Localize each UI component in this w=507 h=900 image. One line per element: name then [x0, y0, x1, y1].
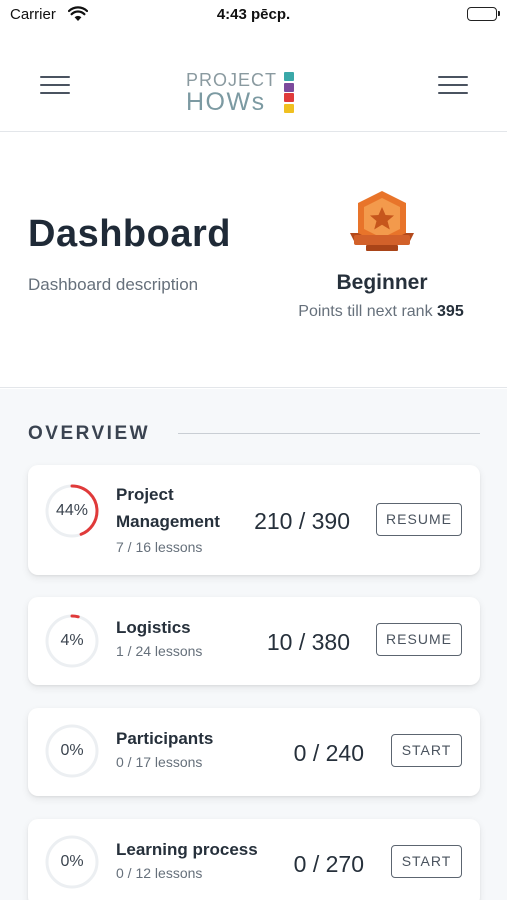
start-button[interactable]: START	[391, 845, 462, 878]
rank-points: Points till next rank 395	[270, 303, 492, 321]
course-card[interactable]: 0% Learning process 0 / 12 lessons 0 / 2…	[28, 819, 480, 900]
battery-icon	[467, 7, 500, 21]
course-lessons: 1 / 24 lessons	[116, 643, 203, 659]
resume-button[interactable]: RESUME	[376, 623, 462, 656]
progress-percent: 4%	[60, 632, 84, 649]
page-title: Dashboard	[28, 213, 231, 255]
overview-section: OVERVIEW 44% Project Management 7 / 16 l…	[0, 389, 507, 900]
course-points: 10 / 380	[266, 629, 350, 655]
course-name: Participants	[116, 729, 214, 748]
course-lessons: 0 / 12 lessons	[116, 865, 203, 881]
course-points: 0 / 240	[293, 740, 364, 766]
logo-text-hows: HOWs	[186, 88, 266, 116]
progress-percent: 0%	[60, 742, 84, 759]
progress-ring: 44%	[44, 483, 100, 539]
progress-ring: 4%	[44, 613, 100, 669]
hamburger-icon	[40, 76, 70, 78]
course-name: Learning process	[116, 840, 258, 859]
course-name: Project Management	[116, 485, 220, 531]
progress-percent: 44%	[55, 502, 89, 519]
rank-points-label: Points till next rank	[298, 303, 433, 320]
start-button[interactable]: START	[391, 734, 462, 767]
overview-divider	[178, 433, 480, 434]
hamburger-icon	[438, 76, 468, 78]
course-name: Logistics	[116, 618, 191, 637]
course-card[interactable]: 44% Project Management 7 / 16 lessons 21…	[28, 465, 480, 581]
app-header: PROJECT HOWs	[0, 32, 507, 132]
course-lessons: 7 / 16 lessons	[116, 539, 203, 555]
course-card[interactable]: 4% Logistics 1 / 24 lessons 10 / 380 RES…	[28, 597, 480, 691]
left-menu-button[interactable]	[40, 76, 70, 100]
course-points: 0 / 270	[293, 851, 364, 877]
rank-name: Beginner	[336, 271, 428, 294]
overview-heading: OVERVIEW	[28, 423, 151, 444]
right-menu-button[interactable]	[438, 76, 468, 100]
course-points: 210 / 390	[254, 508, 350, 534]
logo-color-blocks	[284, 72, 294, 114]
bronze-star-badge-icon	[344, 189, 420, 259]
app-logo: PROJECT HOWs	[186, 70, 306, 118]
course-card[interactable]: 0% Participants 0 / 17 lessons 0 / 240 S…	[28, 708, 480, 802]
resume-button[interactable]: RESUME	[376, 503, 462, 536]
dashboard-hero: Dashboard Dashboard description Beginner…	[0, 133, 507, 388]
status-bar: Carrier 4:43 pēcp.	[0, 0, 507, 32]
progress-percent: 0%	[60, 853, 84, 870]
rank-points-value: 395	[437, 303, 464, 320]
course-lessons: 0 / 17 lessons	[116, 754, 203, 770]
progress-ring: 0%	[44, 834, 100, 890]
clock: 4:43 pēcp.	[216, 6, 291, 23]
progress-ring: 0%	[44, 723, 100, 779]
page-description: Dashboard description	[28, 275, 199, 294]
